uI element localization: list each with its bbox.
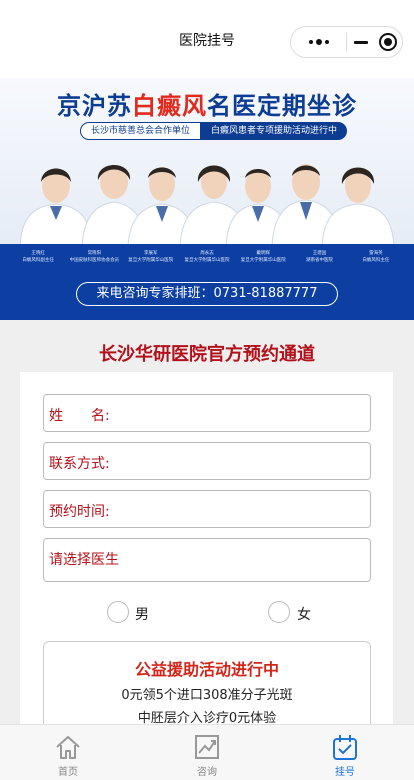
capsule-menu <box>290 26 403 58</box>
headline-part3: 名医定期坐诊 <box>207 91 357 120</box>
close-icon[interactable] <box>375 33 403 51</box>
appointment-form: 姓 名: 联系方式: 预约时间: 请选择医生 男 女 公益援助活动进行中 0元领… <box>20 372 393 741</box>
tab-consult-label: 咨询 <box>197 767 217 778</box>
headline-part2: 白癜风 <box>132 91 207 120</box>
appointment-time-field[interactable]: 预约时间: <box>43 490 371 528</box>
calendar-check-icon <box>333 735 357 760</box>
contact-field[interactable]: 联系方式: <box>43 442 371 480</box>
headline-part1: 京沪苏 <box>57 91 132 120</box>
doctor-caption: 周永志 复旦大学附属华山医院 <box>184 251 230 263</box>
contact-label: 联系方式: <box>49 456 110 472</box>
home-icon <box>56 736 80 759</box>
gender-female-label: 女 <box>297 607 311 623</box>
doctor-figure <box>19 199 395 246</box>
doctor-caption: 雷海英 白癜风科主任 <box>362 251 390 263</box>
banner-headline: 京沪苏白癜风名医定期坐诊 <box>0 86 414 121</box>
tab-register-label: 挂号 <box>335 767 355 778</box>
banner-tag-activity: 白癜风患者专项援助活动进行中 <box>201 122 348 140</box>
doctor-select[interactable]: 请选择医生 <box>43 538 371 582</box>
doctor-name-list: 王晓红 白癜风科副主任 常晓阳 中国皮肤科医师协会会员 李展军 复旦大学附属华山医院 … <box>10 250 404 264</box>
tab-bar: 首页 咨询 挂号 <box>0 724 414 780</box>
notice-title: 公益援助活动进行中 <box>134 660 279 679</box>
name-field[interactable]: 姓 名: <box>43 394 371 432</box>
doctor-caption: 王建国 湖南省中医院 <box>306 251 334 263</box>
name-label: 姓 名: <box>49 408 110 424</box>
tab-consult[interactable]: 咨询 <box>177 725 237 780</box>
more-icon[interactable] <box>291 39 346 45</box>
chart-icon <box>195 735 219 759</box>
gender-male-label: 男 <box>135 607 149 623</box>
tab-register[interactable]: 挂号 <box>315 725 375 780</box>
doctor-portraits <box>19 164 395 246</box>
notice-line-1: 0元领5个进口308准分子光斑 <box>121 688 293 703</box>
nav-bar: 医院挂号 <box>0 0 414 78</box>
doctor-select-label: 请选择医生 <box>49 552 119 568</box>
appointment-time-label: 预约时间: <box>49 504 110 520</box>
banner-tags: 长沙市慈善总会合作单位 白癜风患者专项援助活动进行中 <box>80 122 348 140</box>
form-title: 长沙华研医院官方预约通道 <box>99 344 315 365</box>
gender-female-radio[interactable] <box>268 601 290 623</box>
consult-phone[interactable]: 来电咨询专家排班：0731-81887777 <box>76 282 338 306</box>
gender-male-radio[interactable] <box>107 601 129 623</box>
promo-banner[interactable]: 京沪苏白癜风名医定期坐诊 长沙市慈善总会合作单位 白癜风患者专项援助活动进行中 <box>0 78 414 320</box>
doctor-caption: 戴明辉 复旦大学附属华山医院 <box>240 251 286 263</box>
doctor-caption: 李展军 复旦大学附属华山医院 <box>128 251 174 263</box>
banner-tag-partner: 长沙市慈善总会合作单位 <box>80 122 202 140</box>
doctor-caption: 常晓阳 中国皮肤科医师协会会员 <box>69 251 120 263</box>
doctor-caption: 王晓红 白癜风科副主任 <box>22 251 54 263</box>
minimize-icon[interactable] <box>347 40 375 44</box>
tab-home-label: 首页 <box>58 767 78 778</box>
tab-home[interactable]: 首页 <box>38 725 98 780</box>
